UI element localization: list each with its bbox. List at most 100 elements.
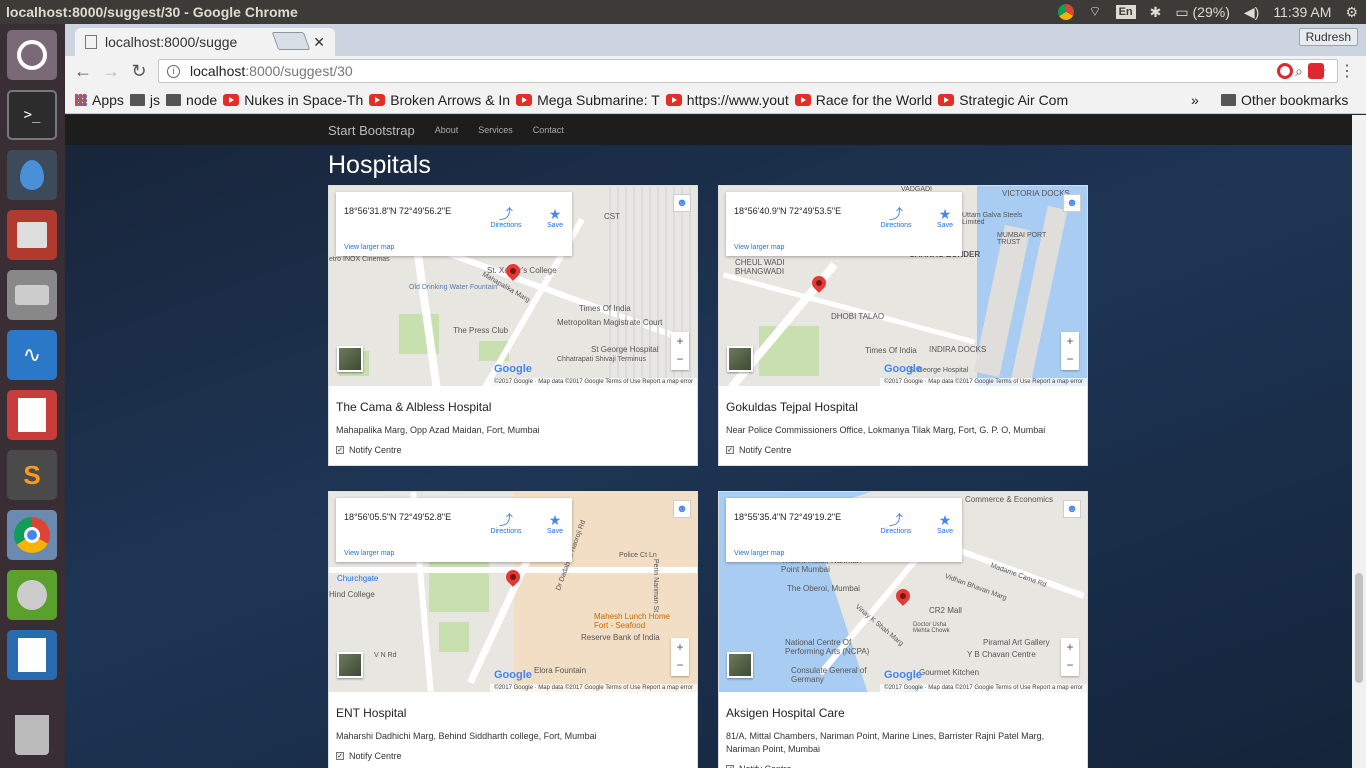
map-zoom-control[interactable]: + − [671,638,689,676]
bookmark-folder-node[interactable]: node [166,92,217,108]
close-tab-icon[interactable]: ✕ [313,34,325,51]
save-button[interactable]: ★ Save [932,512,958,535]
volume-icon[interactable]: ◀) [1244,4,1259,21]
new-tab-button[interactable] [271,32,311,50]
shield-extension-icon[interactable] [1308,63,1324,79]
bookmark-youtube-1[interactable]: Nukes in Space-Th [223,92,363,108]
zoom-in-icon[interactable]: + [1061,638,1079,656]
street-view-person-icon[interactable]: ☻ [1063,500,1081,518]
map-attribution[interactable]: ©2017 Google · Map data ©2017 Google Ter… [490,378,697,386]
checkbox-checked-icon[interactable]: ✓ [336,446,344,454]
other-bookmarks-folder[interactable]: Other bookmarks [1221,92,1348,108]
trash-icon[interactable] [7,710,57,760]
satellite-toggle[interactable] [727,346,753,372]
bookmark-apps[interactable]: Apps [75,92,124,108]
map-zoom-control[interactable]: + − [1061,638,1079,676]
file-manager-icon[interactable] [7,210,57,260]
street-view-person-icon[interactable]: ☻ [673,194,691,212]
address-bar[interactable]: i localhost:8000/suggest/30 ⌕ ☆ [158,59,1338,83]
system-monitor-icon[interactable]: ∿ [7,330,57,380]
map-embed[interactable]: CST St. Xavier's College Times Of India … [329,186,697,386]
bookmark-youtube-6[interactable]: Strategic Air Com [938,92,1068,108]
disk-icon[interactable] [7,270,57,320]
satellite-toggle[interactable] [337,652,363,678]
notify-centre-checkbox[interactable]: ✓Notify Centre [336,751,690,761]
chrome-launcher-icon[interactable] [7,510,57,560]
map-label: Police Ct Ln [619,552,657,559]
notify-centre-checkbox[interactable]: ✓Notify Centre [336,445,690,455]
save-button[interactable]: ★ Save [932,206,958,229]
terminal-icon[interactable]: >_ [7,90,57,140]
bookmark-youtube-2[interactable]: Broken Arrows & In [369,92,510,108]
site-brand-link[interactable]: Start Bootstrap [328,123,415,138]
street-view-person-icon[interactable]: ☻ [1063,194,1081,212]
opera-extension-icon[interactable] [1277,63,1293,79]
bookmark-label: js [149,91,161,108]
map-zoom-control[interactable]: + − [1061,332,1079,370]
map-embed[interactable]: Churchgate Hind College Mahesh Lunch Hom… [329,492,697,692]
save-button[interactable]: ★ Save [542,206,568,229]
satellite-toggle[interactable] [337,346,363,372]
checkbox-checked-icon[interactable]: ✓ [726,446,734,454]
map-attribution[interactable]: ©2017 Google · Map data ©2017 Google Ter… [880,684,1087,692]
chrome-menu-icon[interactable]: ⋮ [1339,61,1355,81]
nav-contact[interactable]: Contact [533,125,564,135]
back-arrow-icon[interactable]: ← [69,61,97,82]
map-label: Gourmet Kitchen [919,668,980,677]
water-drop-app-icon[interactable] [7,150,57,200]
zoom-out-icon[interactable]: − [671,656,689,674]
satellite-toggle[interactable] [727,652,753,678]
libreoffice-writer-icon[interactable] [7,630,57,680]
zoom-in-icon[interactable]: + [671,332,689,350]
bookmark-folder-js[interactable]: js [129,91,161,108]
map-zoom-control[interactable]: + − [671,332,689,370]
page-scrollbar[interactable] [1352,115,1366,768]
directions-button[interactable]: ⤴ Directions [876,206,916,229]
view-larger-map-link[interactable]: View larger map [344,244,394,251]
checkbox-checked-icon[interactable]: ✓ [336,752,344,760]
bookmark-youtube-4[interactable]: https://www.yout [665,92,789,108]
forward-arrow-icon[interactable]: → [97,61,125,82]
map-attribution[interactable]: ©2017 Google · Map data ©2017 Google Ter… [880,378,1087,386]
view-larger-map-link[interactable]: View larger map [734,244,784,251]
chrome-tray-icon[interactable] [1058,4,1075,20]
ubuntu-dash-icon[interactable] [7,30,57,80]
nav-services[interactable]: Services [478,125,513,135]
view-larger-map-link[interactable]: View larger map [344,550,394,557]
bluetooth-icon[interactable]: ✱ [1150,4,1162,21]
notify-centre-checkbox[interactable]: ✓Notify Centre [726,764,1080,768]
map-attribution[interactable]: ©2017 Google · Map data ©2017 Google Ter… [490,684,697,692]
directions-button[interactable]: ⤴ Directions [486,206,526,229]
save-button[interactable]: ★ Save [542,512,568,535]
document-viewer-icon[interactable] [7,390,57,440]
nav-about[interactable]: About [435,125,459,135]
clock[interactable]: 11:39 AM [1273,4,1331,20]
bookmark-youtube-5[interactable]: Race for the World [794,92,932,108]
battery-indicator[interactable]: ▭ (29%) [1175,4,1229,21]
zoom-in-icon[interactable]: + [671,638,689,656]
screen-recorder-icon[interactable] [7,570,57,620]
map-embed[interactable]: Commerce & Economics Trident Hotel, Nari… [719,492,1087,692]
reload-icon[interactable]: ↻ [125,61,153,82]
street-view-person-icon[interactable]: ☻ [673,500,691,518]
directions-button[interactable]: ⤴ Directions [486,512,526,535]
zoom-in-icon[interactable]: + [1061,332,1079,350]
bookmark-youtube-3[interactable]: Mega Submarine: T [516,92,660,108]
sublime-text-icon[interactable]: S [7,450,57,500]
keyboard-layout-indicator[interactable]: En [1115,5,1136,19]
site-navbar: Start Bootstrap About Services Contact [65,115,1352,145]
profile-button[interactable]: Rudresh [1298,28,1358,46]
notify-centre-checkbox[interactable]: ✓Notify Centre [726,445,1080,455]
settings-gear-icon[interactable]: ⚙ [1345,4,1358,21]
more-bookmarks-button[interactable]: » [1191,92,1199,108]
zoom-out-icon[interactable]: − [1061,656,1079,674]
map-embed[interactable]: VICTORIA DOCKS Uttam Galva Steels Limite… [719,186,1087,386]
scrollbar-thumb[interactable] [1355,573,1363,683]
zoom-out-icon[interactable]: − [671,350,689,368]
zoom-out-icon[interactable]: − [1061,350,1079,368]
view-larger-map-link[interactable]: View larger map [734,550,784,557]
directions-button[interactable]: ⤴ Directions [876,512,916,535]
wifi-icon[interactable]: ⌔ [1088,3,1101,21]
info-icon[interactable]: i [167,64,180,78]
zoom-icon[interactable]: ⌕ [1295,63,1303,80]
